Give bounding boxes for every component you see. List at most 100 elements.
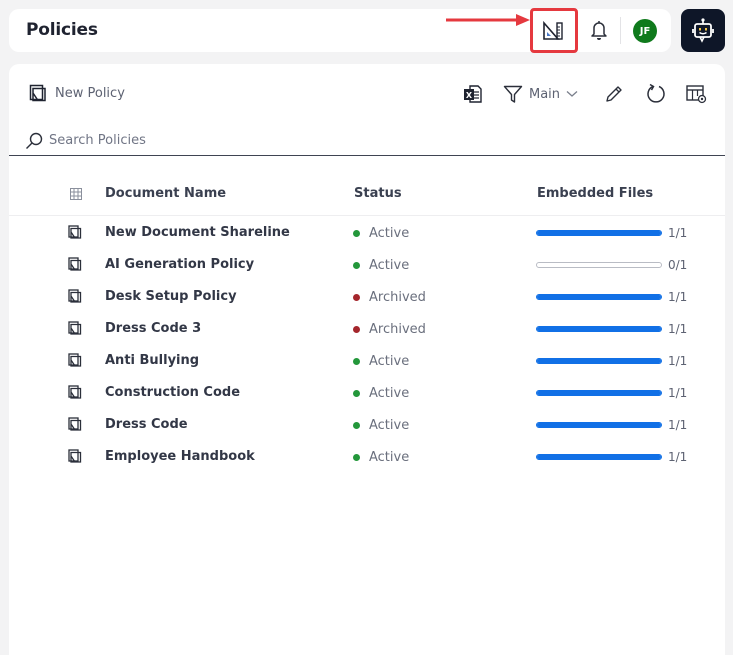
- notifications-button[interactable]: [589, 18, 609, 42]
- status-dot: [353, 262, 360, 269]
- embedded-files-count: 1/1: [668, 322, 688, 336]
- edit-button[interactable]: [604, 82, 624, 106]
- refresh-icon: [647, 83, 665, 103]
- table-row[interactable]: New Document Shareline Active 1/1: [9, 217, 725, 249]
- document-icon: [68, 257, 82, 271]
- status-label: Active: [369, 258, 410, 273]
- status-badge: Active: [353, 418, 409, 433]
- chatbot-button[interactable]: [681, 9, 725, 52]
- document-name[interactable]: Dress Code 3: [105, 321, 201, 336]
- document-name[interactable]: Construction Code: [105, 385, 240, 400]
- new-policy-button[interactable]: New Policy: [29, 84, 125, 102]
- progress-fill: [537, 455, 661, 459]
- chevron-down-icon: [566, 91, 578, 97]
- annotation-arrow: [446, 14, 530, 26]
- column-header-document-name[interactable]: Document Name: [105, 186, 226, 201]
- grid-icon[interactable]: [70, 188, 82, 200]
- progress-fill: [537, 295, 661, 299]
- status-label: Active: [369, 450, 410, 465]
- document-name[interactable]: Anti Bullying: [105, 353, 199, 368]
- column-header-embedded-files[interactable]: Embedded Files: [537, 186, 653, 201]
- embedded-files-count: 0/1: [668, 258, 688, 272]
- document-name[interactable]: Desk Setup Policy: [105, 289, 237, 304]
- status-dot: [353, 358, 360, 365]
- chatbot-icon: [692, 17, 714, 43]
- bell-icon: [591, 21, 607, 40]
- embedded-files-count: 1/1: [668, 290, 688, 304]
- table-row[interactable]: Dress Code 3 Archived 1/1: [9, 313, 725, 345]
- progress-fill: [537, 423, 661, 427]
- edit-icon: [606, 86, 622, 102]
- filter-label: Main: [529, 86, 561, 102]
- table-row[interactable]: Employee Handbook Active 1/1: [9, 441, 725, 473]
- status-badge: Archived: [353, 290, 426, 305]
- user-avatar[interactable]: JF: [633, 19, 657, 43]
- table-row[interactable]: Desk Setup Policy Archived 1/1: [9, 281, 725, 313]
- embedded-files-progress: [536, 358, 662, 364]
- status-label: Active: [369, 226, 410, 241]
- embedded-files-count: 1/1: [668, 354, 688, 368]
- excel-export-icon: X: [464, 85, 482, 103]
- new-policy-label: New Policy: [55, 85, 125, 101]
- status-dot: [353, 294, 360, 301]
- embedded-files-progress: [536, 454, 662, 460]
- embedded-files-count: 1/1: [668, 418, 688, 432]
- progress-fill: [537, 327, 661, 331]
- status-dot: [353, 422, 360, 429]
- document-name[interactable]: New Document Shareline: [105, 225, 290, 240]
- embedded-files-progress: [536, 422, 662, 428]
- ruler-triangle-button[interactable]: [541, 19, 565, 43]
- status-dot: [353, 230, 360, 237]
- filter-icon: [503, 85, 523, 103]
- table-row[interactable]: Construction Code Active 1/1: [9, 377, 725, 409]
- embedded-files-progress: [536, 326, 662, 332]
- document-name[interactable]: Dress Code: [105, 417, 188, 432]
- embedded-files-progress: [536, 294, 662, 300]
- search-input[interactable]: [49, 133, 349, 148]
- table-row[interactable]: Anti Bullying Active 1/1: [9, 345, 725, 377]
- embedded-files-progress: [536, 390, 662, 396]
- status-label: Archived: [369, 290, 426, 305]
- document-icon: [68, 321, 82, 335]
- status-dot: [353, 390, 360, 397]
- progress-fill: [537, 231, 661, 235]
- progress-fill: [537, 359, 661, 363]
- document-icon: [68, 449, 82, 463]
- policies-panel: New Policy X Main Search Policies Docume…: [9, 64, 725, 655]
- document-icon: [68, 385, 82, 399]
- page-title: Policies: [26, 20, 98, 40]
- table-row[interactable]: Dress Code Active 1/1: [9, 409, 725, 441]
- search-icon: [26, 132, 43, 149]
- table-row[interactable]: AI Generation Policy Active 0/1: [9, 249, 725, 281]
- progress-fill: [537, 391, 661, 395]
- status-dot: [353, 454, 360, 461]
- status-badge: Archived: [353, 322, 426, 337]
- embedded-files-count: 1/1: [668, 450, 688, 464]
- status-badge: Active: [353, 354, 409, 369]
- svg-text:X: X: [466, 91, 473, 100]
- status-badge: Active: [353, 226, 409, 241]
- document-name[interactable]: Employee Handbook: [105, 449, 255, 464]
- embedded-files-progress: [536, 262, 662, 268]
- status-dot: [353, 326, 360, 333]
- status-label: Active: [369, 418, 410, 433]
- new-document-icon: [29, 84, 46, 102]
- status-badge: Active: [353, 258, 409, 273]
- page-scrollbar[interactable]: [725, 64, 733, 655]
- column-header-status[interactable]: Status: [354, 186, 402, 201]
- refresh-button[interactable]: [645, 82, 667, 106]
- document-icon: [68, 289, 82, 303]
- export-excel-button[interactable]: X: [463, 82, 483, 106]
- document-name[interactable]: AI Generation Policy: [105, 257, 254, 272]
- column-settings-icon: [686, 85, 707, 104]
- document-icon: [68, 353, 82, 367]
- document-icon: [68, 225, 82, 239]
- status-label: Active: [369, 386, 410, 401]
- status-badge: Active: [353, 450, 409, 465]
- document-icon: [68, 417, 82, 431]
- table-header: Document Name Status Embedded Files: [9, 176, 725, 216]
- column-settings-button[interactable]: [686, 82, 708, 106]
- embedded-files-count: 1/1: [668, 226, 688, 240]
- filter-dropdown[interactable]: Main: [503, 82, 578, 106]
- header-divider: [620, 17, 621, 44]
